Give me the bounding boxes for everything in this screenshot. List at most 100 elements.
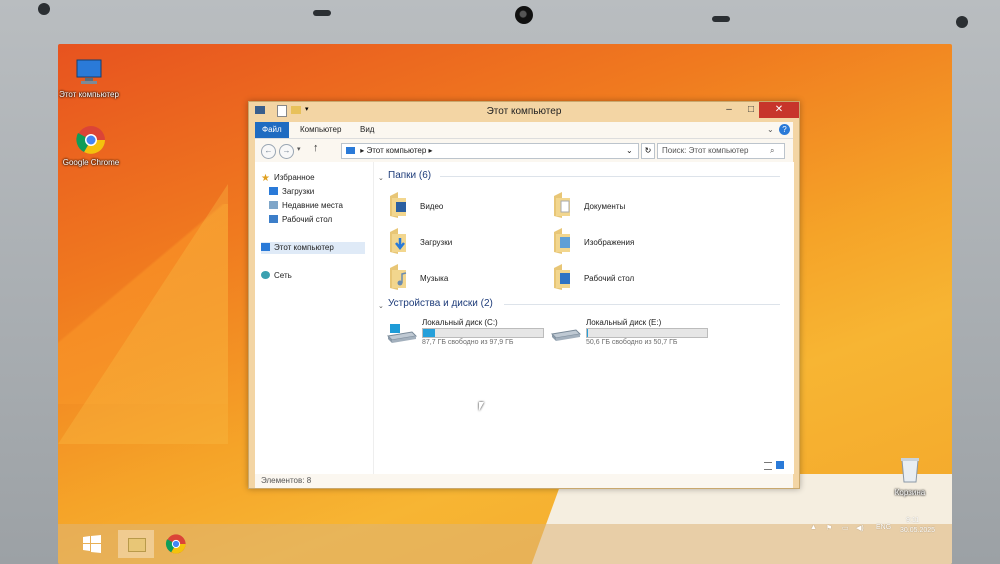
breadcrumb-separator: ▸ [428, 146, 433, 155]
item-count: Элементов: 8 [261, 476, 312, 485]
close-button[interactable]: ✕ [759, 102, 799, 118]
explorer-window: ▾ Этот компьютер – □ ✕ Файл Компьютер Ви… [248, 101, 800, 489]
folder-item[interactable]: Загрузки [388, 226, 528, 258]
taskbar: ▲ ⚑ ▭ ◀) ENG 9:11 30.05.2025 [58, 517, 952, 564]
forward-button[interactable]: → [279, 144, 294, 159]
drive-usage-bar [586, 328, 708, 338]
desktop-icon-label: Google Chrome [62, 158, 120, 167]
star-icon: ★ [261, 173, 270, 184]
desktop-icon-recycle-bin[interactable]: Корзина [880, 454, 940, 498]
nav-label: Загрузки [282, 187, 315, 196]
folder-item[interactable]: Видео [388, 190, 528, 222]
drive-icon [550, 329, 582, 341]
explorer-icon [128, 538, 146, 552]
collapse-icon[interactable]: ⌄ [378, 174, 384, 182]
folder-item[interactable]: Изображения [552, 226, 692, 258]
folder-item[interactable]: Документы [552, 190, 692, 222]
nav-label: Сеть [274, 271, 292, 280]
windows-logo-icon [83, 535, 101, 553]
title-bar[interactable]: ▾ Этот компьютер – □ ✕ [249, 102, 799, 122]
clock-time[interactable]: 9:11 [906, 517, 919, 524]
drive-usage-fill [423, 329, 436, 337]
search-input[interactable]: Поиск: Этот компьютер ⌕ [657, 143, 785, 159]
computer-icon [261, 243, 270, 251]
folder-label: Музыка [420, 274, 449, 283]
navigation-pane: ★ Избранное Загрузки Недавние места Рабоч… [255, 162, 373, 474]
large-icons-view-icon[interactable] [776, 461, 784, 469]
pictures-folder-icon [554, 228, 570, 254]
nav-label: Недавние места [282, 201, 343, 210]
recycle-bin-icon [894, 454, 926, 486]
nav-item-desktop[interactable]: Рабочий стол [269, 214, 332, 226]
tray-expand-icon[interactable]: ▲ [810, 524, 817, 531]
address-bar[interactable]: ▸ Этот компьютер ▸ ⌄ [341, 143, 639, 159]
ribbon-expand-icon[interactable]: ⌄ [767, 125, 774, 134]
recent-locations-icon[interactable]: ▾ [297, 145, 301, 153]
nav-label: Избранное [273, 173, 315, 182]
start-button[interactable] [76, 530, 112, 558]
tab-computer[interactable]: Компьютер [293, 122, 348, 138]
address-row: ← → ▾ ↑ ▸ Этот компьютер ▸ ⌄ ↻ Поиск: Эт… [255, 138, 793, 163]
clock-date[interactable]: 30.05.2025 [900, 527, 935, 534]
nav-item-this-pc[interactable]: Этот компьютер [261, 242, 365, 254]
desktop-icon-label: Этот компьютер [59, 90, 119, 99]
screen: Этот компьютер Google Chrome Корзина ▾ Э… [58, 44, 952, 564]
search-icon: ⌕ [770, 146, 775, 155]
nav-item-favorites[interactable]: ★ Избранное [261, 172, 315, 184]
folder-label: Видео [420, 202, 444, 211]
folder-label: Изображения [584, 238, 635, 247]
address-dropdown-icon[interactable]: ⌄ [626, 144, 633, 158]
nav-item-recent[interactable]: Недавние места [269, 200, 343, 212]
downloads-icon [269, 187, 278, 195]
nav-label: Рабочий стол [282, 215, 333, 224]
tab-view[interactable]: Вид [353, 122, 381, 138]
wallpaper-shape [58, 184, 228, 444]
power-icon[interactable]: ▭ [842, 524, 849, 532]
status-bar: Элементов: 8 [255, 474, 793, 488]
desktop-icon-label: Корзина [894, 488, 926, 497]
folder-label: Рабочий стол [584, 274, 635, 283]
help-icon[interactable]: ? [779, 124, 790, 135]
tab-file[interactable]: Файл [255, 122, 289, 138]
folder-label: Документы [584, 202, 626, 211]
drive-usage-bar [422, 328, 544, 338]
refresh-button[interactable]: ↻ [641, 143, 655, 159]
action-center-icon[interactable]: ⚑ [826, 524, 832, 532]
collapse-icon[interactable]: ⌄ [378, 302, 384, 310]
videos-folder-icon [390, 192, 406, 218]
folder-item[interactable]: Рабочий стол [552, 262, 692, 294]
up-button[interactable]: ↑ [313, 142, 319, 154]
nav-item-downloads[interactable]: Загрузки [269, 186, 314, 198]
drive-name: Локальный диск (C:) [422, 318, 498, 327]
bezel-slot [712, 16, 730, 22]
bezel-slot [313, 10, 331, 16]
recent-places-icon [269, 201, 278, 209]
drive-item[interactable]: Локальный диск (C:) 87,7 ГБ свободно из … [386, 318, 556, 348]
desktop-icon-chrome[interactable]: Google Chrome [61, 124, 121, 168]
folder-item[interactable]: Музыка [388, 262, 528, 294]
taskbar-explorer[interactable] [118, 530, 154, 558]
taskbar-chrome[interactable] [158, 530, 194, 558]
computer-icon [73, 56, 105, 88]
divider [440, 176, 780, 177]
bezel-screw [38, 3, 50, 15]
ribbon: Файл Компьютер Вид ⌄ ? [255, 122, 793, 138]
drive-item[interactable]: Локальный диск (E:) 50,6 ГБ свободно из … [550, 318, 720, 348]
divider [504, 304, 780, 305]
nav-item-network[interactable]: Сеть [261, 270, 292, 282]
volume-icon[interactable]: ◀) [856, 524, 864, 532]
section-folders-header[interactable]: Папки (6) [388, 170, 431, 181]
back-button[interactable]: ← [261, 144, 276, 159]
language-indicator[interactable]: ENG [876, 524, 891, 531]
music-folder-icon [390, 264, 407, 290]
desktop-icon-this-pc[interactable]: Этот компьютер [59, 56, 119, 100]
documents-folder-icon [554, 192, 570, 218]
breadcrumb[interactable]: Этот компьютер [366, 146, 426, 155]
nav-label: Этот компьютер [274, 243, 334, 252]
minimize-button[interactable]: – [717, 102, 741, 118]
details-view-icon[interactable] [764, 462, 772, 470]
system-drive-icon [386, 324, 418, 343]
section-devices-header[interactable]: Устройства и диски (2) [388, 298, 493, 309]
network-icon [261, 271, 270, 279]
drive-name: Локальный диск (E:) [586, 318, 662, 327]
